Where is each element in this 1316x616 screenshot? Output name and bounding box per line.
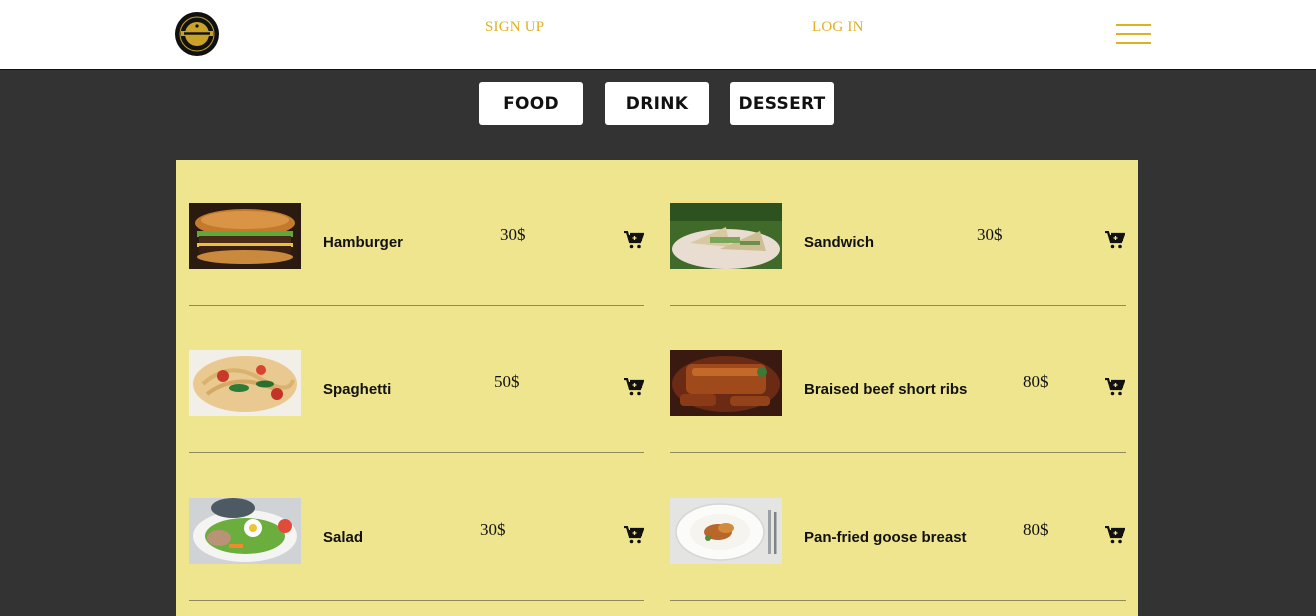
menu-item-price: 50$ — [494, 372, 520, 391]
menu-item-price: 80$ — [1023, 520, 1049, 539]
sign-up-link[interactable]: SIGN UP — [485, 19, 544, 36]
tab-food[interactable]: FOOD — [479, 82, 583, 125]
cart-plus-icon[interactable] — [624, 231, 644, 249]
menu-item-salad: Salad 30$ — [189, 455, 644, 602]
spaghetti-photo — [189, 350, 301, 416]
short-ribs-photo — [670, 350, 782, 416]
menu-item-price: 30$ — [977, 225, 1003, 244]
sandwich-photo — [670, 203, 782, 269]
cart-plus-icon[interactable] — [1105, 378, 1125, 396]
tab-dessert[interactable]: DESSERT — [730, 82, 834, 125]
menu-panel: Hamburger 30$ Sandwich 30$ Spaghetti 50$… — [176, 160, 1138, 616]
hamburger-photo — [189, 203, 301, 269]
item-divider — [189, 600, 644, 601]
menu-item-price: 30$ — [500, 225, 526, 244]
salad-photo — [189, 498, 301, 564]
menu-item-name: Pan-fried goose breast — [804, 529, 967, 546]
menu-item-goose-breast: Pan-fried goose breast 80$ — [670, 455, 1126, 602]
menu-item-name: Spaghetti — [323, 381, 392, 398]
restaurant-logo-icon[interactable] — [175, 12, 219, 56]
menu-item-name: Salad — [323, 529, 364, 546]
menu-item-price: 30$ — [480, 520, 506, 539]
menu-item-spaghetti: Spaghetti 50$ — [189, 307, 644, 454]
menu-item-short-ribs: Braised beef short ribs 80$ — [670, 307, 1126, 454]
hamburger-line — [1116, 42, 1151, 44]
item-divider — [189, 305, 644, 306]
log-in-link[interactable]: LOG IN — [812, 19, 864, 36]
hamburger-line — [1116, 24, 1151, 26]
menu-item-name: Hamburger — [323, 234, 404, 251]
top-navbar: SIGN UP LOG IN — [0, 0, 1316, 70]
tab-drink[interactable]: DRINK — [605, 82, 709, 125]
cart-plus-icon[interactable] — [624, 526, 644, 544]
item-divider — [670, 305, 1126, 306]
goose-breast-photo — [670, 498, 782, 564]
cart-plus-icon[interactable] — [1105, 231, 1125, 249]
menu-item-hamburger: Hamburger 30$ — [189, 160, 644, 307]
hamburger-line — [1116, 33, 1151, 35]
menu-item-name: Braised beef short ribs — [804, 381, 968, 398]
menu-item-price: 80$ — [1023, 372, 1049, 391]
cart-plus-icon[interactable] — [1105, 526, 1125, 544]
item-divider — [670, 600, 1126, 601]
menu-item-sandwich: Sandwich 30$ — [670, 160, 1126, 307]
item-divider — [189, 452, 644, 453]
cart-plus-icon[interactable] — [624, 378, 644, 396]
menu-item-name: Sandwich — [804, 234, 875, 251]
hamburger-menu-icon[interactable] — [1116, 24, 1151, 44]
item-divider — [670, 452, 1126, 453]
